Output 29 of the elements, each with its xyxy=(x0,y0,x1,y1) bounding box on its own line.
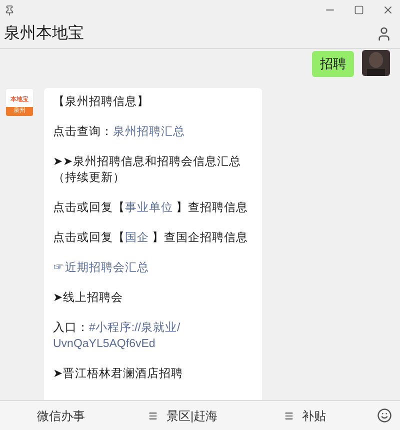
message-text: 】查招聘信息 xyxy=(175,202,248,214)
message-text: 点击查询： xyxy=(53,126,113,138)
profile-icon[interactable] xyxy=(376,26,392,42)
link[interactable]: 事业单位 xyxy=(125,202,173,214)
link[interactable]: 国企 xyxy=(125,232,149,244)
emoji-icon[interactable] xyxy=(377,408,392,423)
link[interactable]: 泉州招聘汇总 xyxy=(113,126,185,138)
maximize-icon[interactable] xyxy=(354,5,364,15)
link[interactable]: UvnQaYL5AQf6vEd xyxy=(53,338,156,350)
message-text: 点击或回复【 xyxy=(53,232,125,244)
message-text: 】查国企招聘信息 xyxy=(151,232,248,244)
menu-icon xyxy=(284,410,294,420)
link[interactable]: #小程序://泉就业/ xyxy=(89,322,180,334)
menu-icon xyxy=(148,410,158,420)
message-text: 入口： xyxy=(53,322,89,334)
message-text: ➤晋江梧林君澜酒店招聘 xyxy=(53,368,183,380)
message-text: 【泉州招聘信息】 xyxy=(53,96,149,108)
message-text: 点击或回复【 xyxy=(53,202,125,214)
message-text: ➤➤泉州招聘信息和招聘会信息汇总（持续更新） xyxy=(53,156,241,184)
message-bubble: 招聘 xyxy=(312,51,354,76)
avatar xyxy=(362,50,390,76)
menu-button[interactable]: 补贴 xyxy=(244,406,366,424)
link[interactable]: ☞近期招聘会汇总 xyxy=(53,262,149,274)
pin-icon[interactable] xyxy=(4,4,15,16)
close-icon[interactable] xyxy=(382,4,394,16)
window-title: 泉州本地宝 xyxy=(4,24,84,44)
message-text: ➤线上招聘会 xyxy=(53,292,123,304)
menu-button[interactable]: 微信办事 xyxy=(0,406,122,424)
menu-button[interactable]: 景区|赶海 xyxy=(122,406,244,424)
